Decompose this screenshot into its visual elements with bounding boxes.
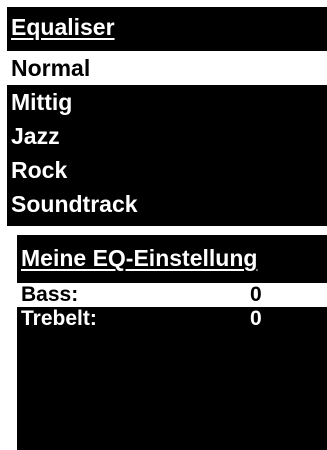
equaliser-title: Equaliser [11,14,115,40]
setting-row-treble[interactable]: Trebelt: 0 [17,307,327,331]
setting-label-bass: Bass: [21,283,79,306]
menu-item-rock[interactable]: Rock [7,153,327,187]
equaliser-screen: Equaliser Normal Mittig Jazz Rock Soundt… [7,7,327,226]
my-eq-title: Meine EQ-Einstellung [21,245,258,271]
my-eq-settings-list: Bass: 0 Trebelt: 0 [17,283,327,331]
menu-item-soundtrack[interactable]: Soundtrack [7,187,327,221]
menu-item-mittig[interactable]: Mittig [7,85,327,119]
menu-item-jazz[interactable]: Jazz [7,119,327,153]
setting-row-bass[interactable]: Bass: 0 [17,283,327,307]
setting-value-bass: 0 [250,283,262,306]
setting-label-treble: Trebelt: [21,307,97,330]
equaliser-menu: Normal Mittig Jazz Rock Soundtrack [7,51,327,221]
menu-item-normal[interactable]: Normal [7,51,327,85]
my-eq-screen: Meine EQ-Einstellung Bass: 0 Trebelt: 0 [17,235,327,450]
setting-value-treble: 0 [250,307,262,330]
